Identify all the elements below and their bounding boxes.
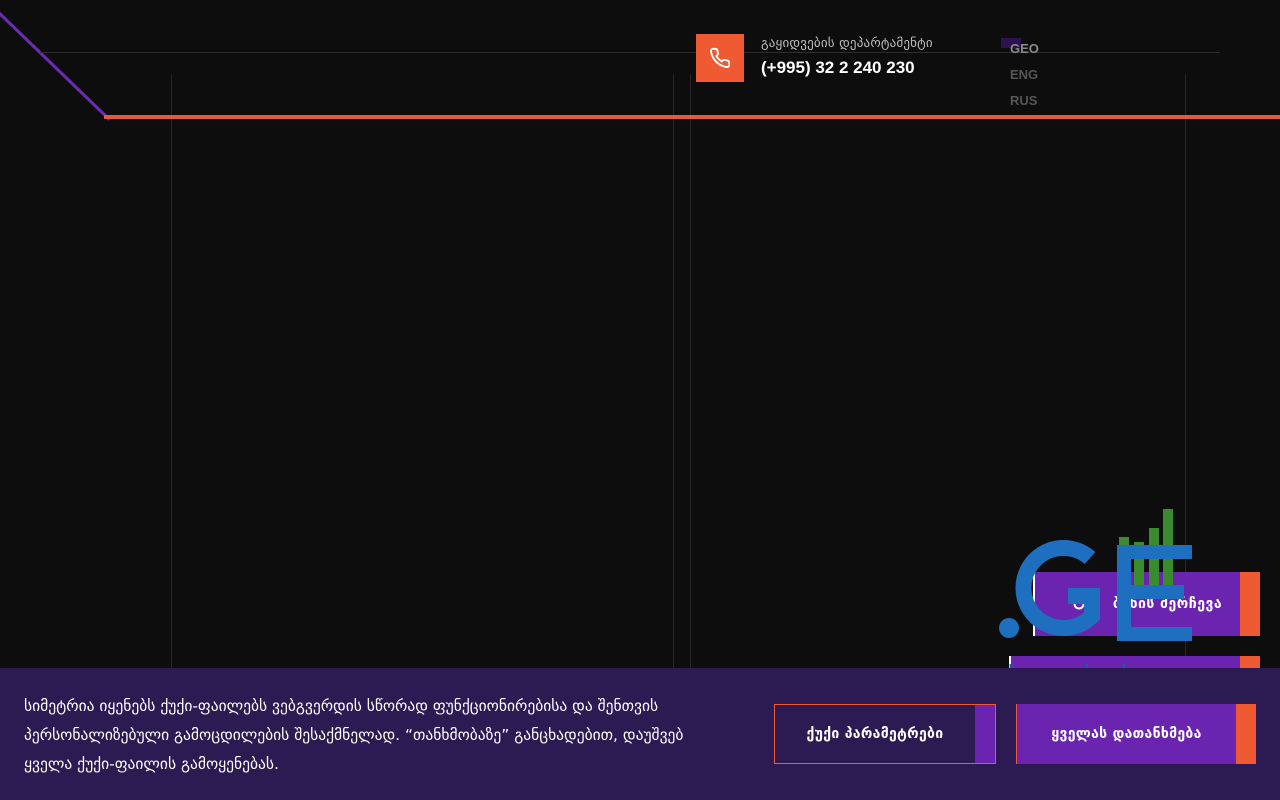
logo-letter-g (1015, 540, 1100, 636)
cookie-message: სიმეტრია იყენებს ქუქი-ფაილებს ვებგვერდის… (24, 697, 684, 773)
button-accent (1236, 704, 1256, 764)
language-geo[interactable]: GEO (1001, 38, 1039, 64)
cookie-banner: სიმეტრია იყენებს ქუქი-ფაილებს ვებგვერდის… (0, 668, 1280, 800)
decorative-diagonal-line (0, 6, 111, 121)
language-eng[interactable]: ENG (1001, 64, 1039, 90)
cookie-settings-button[interactable]: ქუქი პარამეტრები (774, 704, 996, 764)
accept-all-label: ყველას დათანხმება (1051, 726, 1202, 742)
phone-button[interactable] (696, 34, 744, 82)
button-accent (975, 705, 995, 763)
header-accent-rule (104, 115, 1280, 119)
sales-contact: გაყიდვების დეპარტამენტი (+995) 32 2 240 … (696, 34, 933, 82)
language-rus[interactable]: RUS (1001, 90, 1039, 116)
domain-logo (999, 509, 1192, 641)
accept-all-cookies-button[interactable]: ყველას დათანხმება (1016, 704, 1256, 764)
logo-dot (999, 618, 1019, 638)
phone-number-link[interactable]: (+995) 32 2 240 230 (761, 58, 933, 78)
cookie-settings-label: ქუქი პარამეტრები (806, 726, 944, 742)
header-divider (40, 52, 1220, 53)
button-accent (1240, 572, 1260, 636)
phone-icon (710, 47, 731, 68)
language-switcher: GEO ENG RUS (1001, 38, 1039, 116)
sales-department-label: გაყიდვების დეპარტამენტი (761, 36, 933, 51)
